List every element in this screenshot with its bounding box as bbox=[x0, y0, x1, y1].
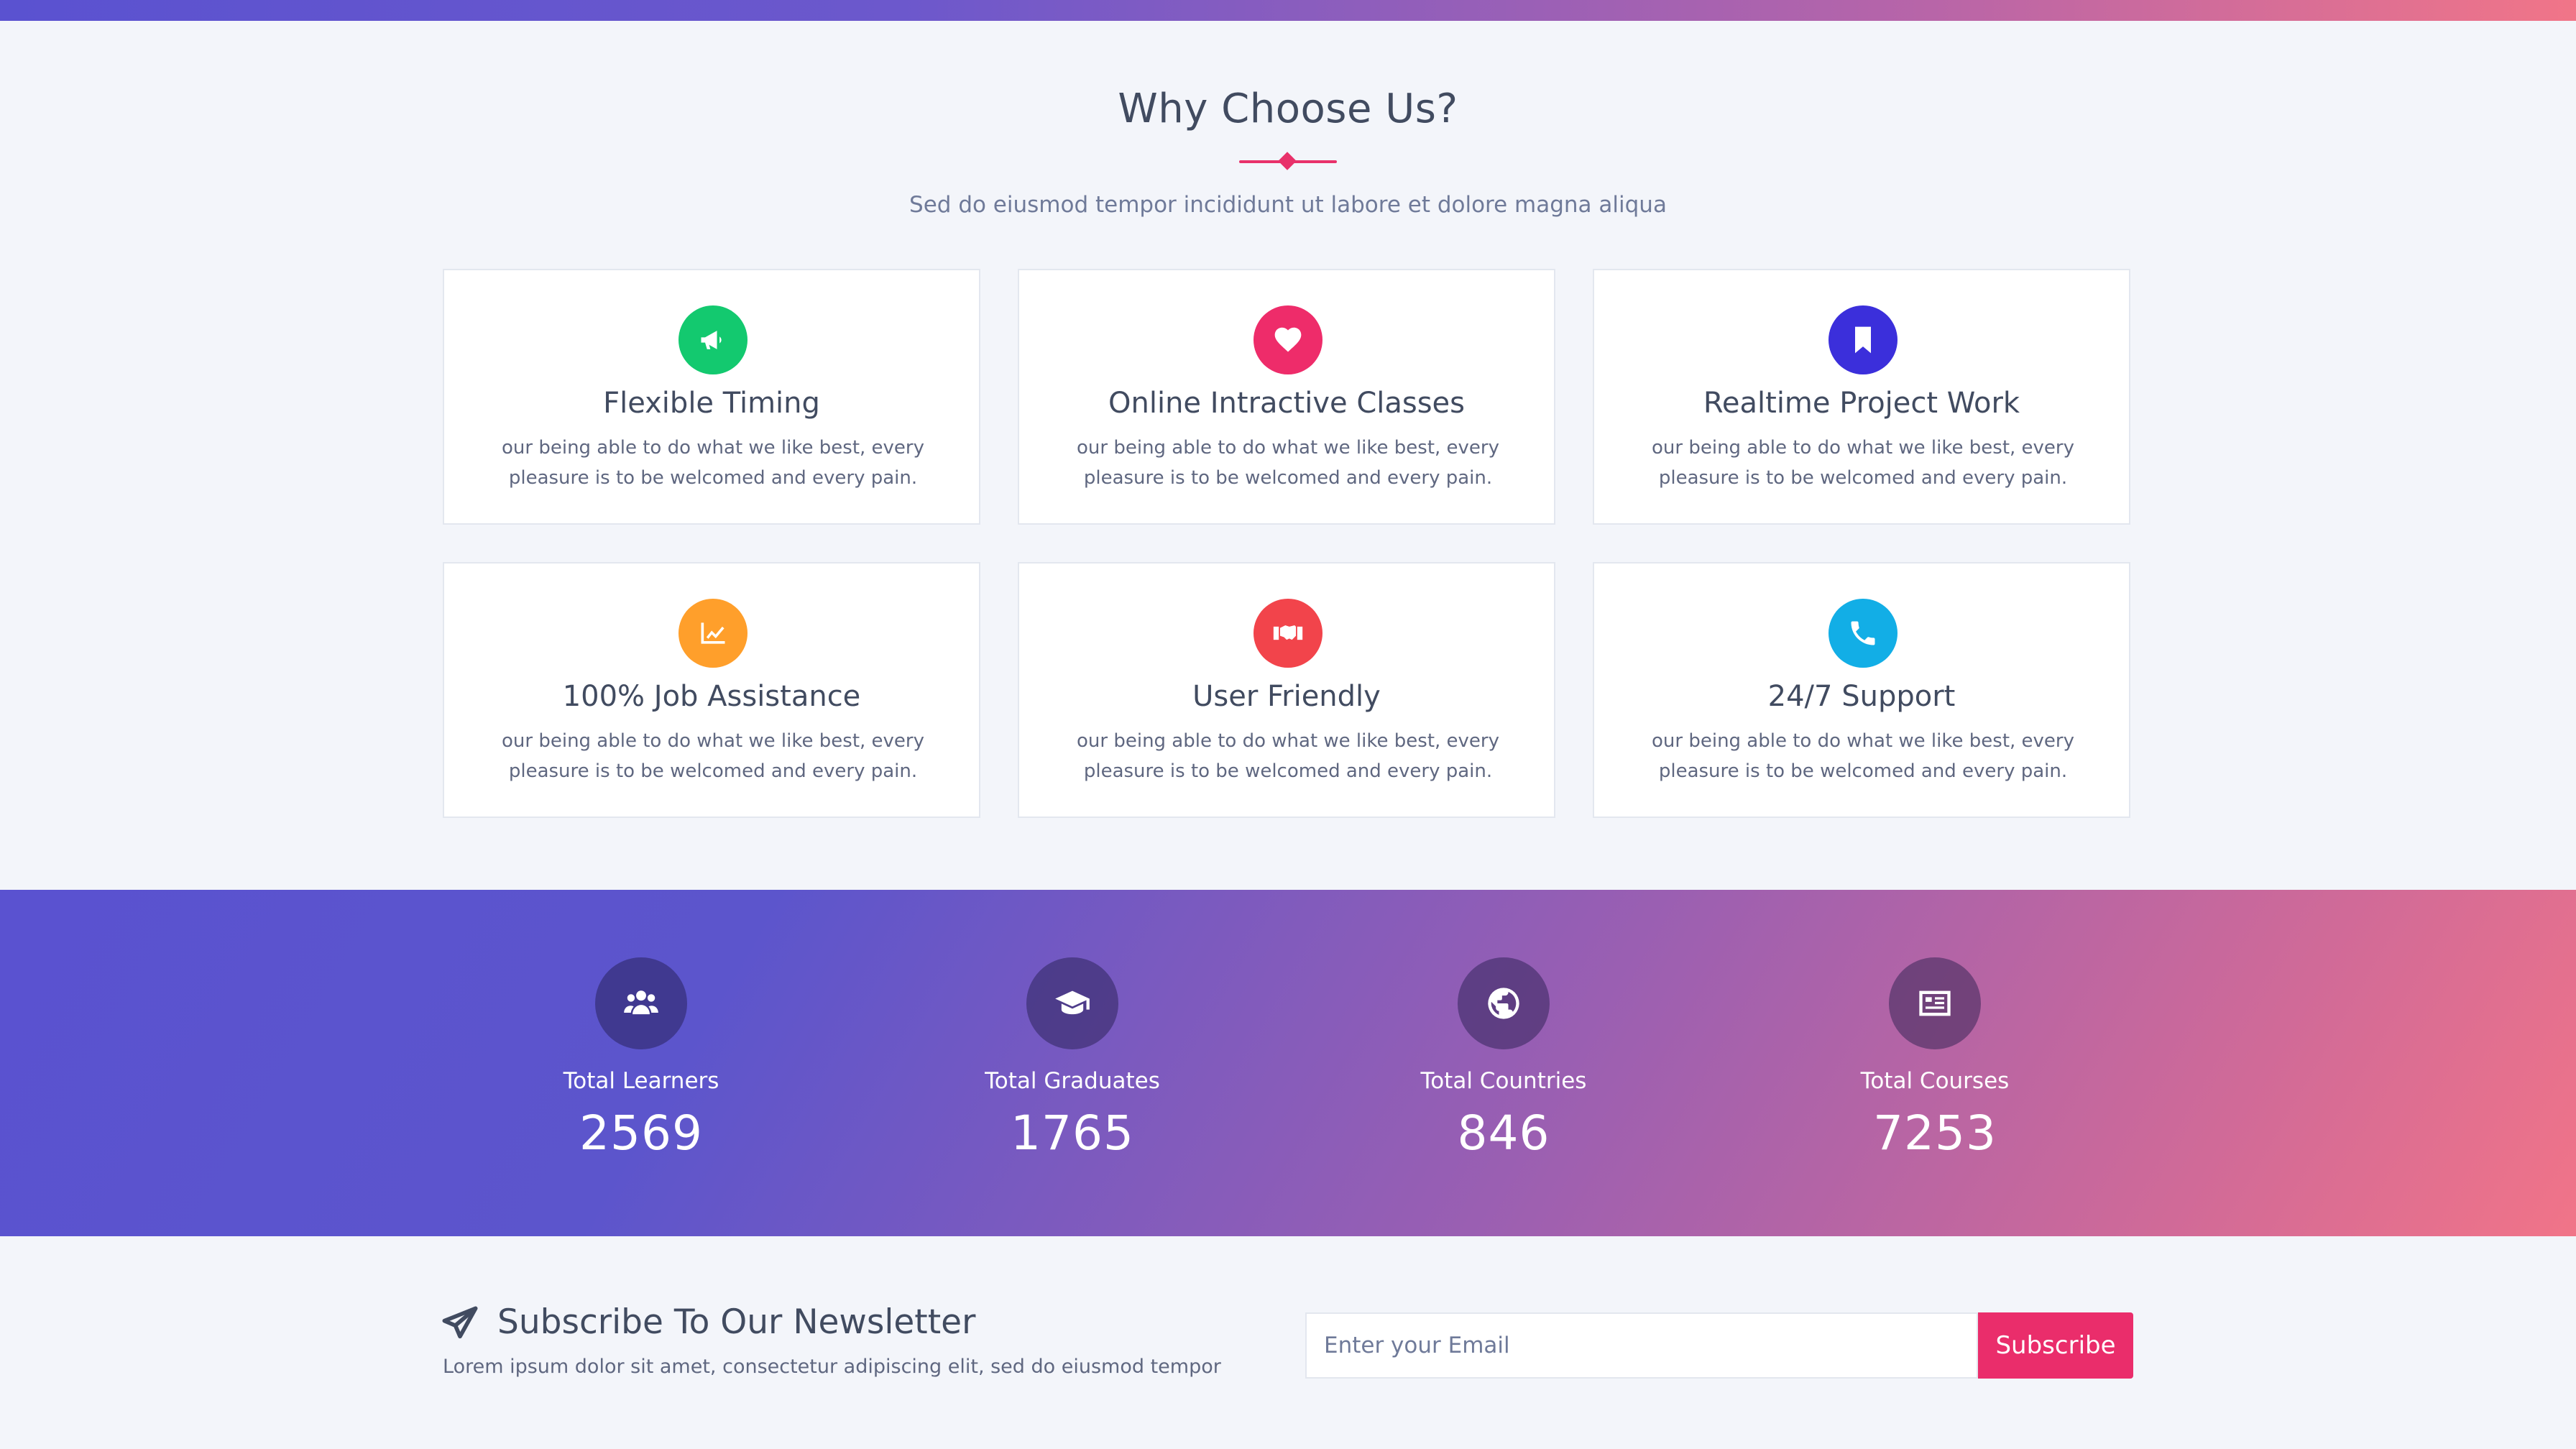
heart-icon bbox=[1254, 305, 1322, 374]
stats-section: Total Learners 2569 Total Graduates 1765… bbox=[0, 890, 2576, 1236]
feature-card-user-friendly: User Friendly our being able to do what … bbox=[1018, 562, 1555, 818]
card-text: our being able to do what we like best, … bbox=[502, 437, 924, 489]
users-icon bbox=[595, 957, 687, 1049]
globe-icon bbox=[1458, 957, 1550, 1049]
card-title: Flexible Timing bbox=[603, 387, 820, 420]
card-text: our being able to do what we like best, … bbox=[1652, 730, 2074, 782]
stat-label: Total Graduates bbox=[985, 1068, 1160, 1094]
feature-card-flexible-timing: Flexible Timing our being able to do wha… bbox=[443, 269, 980, 525]
card-text: our being able to do what we like best, … bbox=[1077, 730, 1499, 782]
feature-card-job-assistance: 100% Job Assistance our being able to do… bbox=[443, 562, 980, 818]
card-text: our being able to do what we like best, … bbox=[502, 730, 924, 782]
courses-icon bbox=[1889, 957, 1981, 1049]
paper-plane-icon bbox=[441, 1305, 479, 1343]
email-input[interactable] bbox=[1305, 1312, 1978, 1379]
title-divider bbox=[1239, 152, 1337, 170]
feature-card-online-classes: Online Intractive Classes our being able… bbox=[1018, 269, 1555, 525]
graduation-cap-icon bbox=[1026, 957, 1118, 1049]
card-title: Online Intractive Classes bbox=[1108, 387, 1465, 420]
divider-diamond bbox=[1278, 152, 1297, 170]
stat-label: Total Courses bbox=[1860, 1068, 2010, 1094]
stat-value: 7253 bbox=[1873, 1105, 1997, 1161]
newsletter-section: Subscribe To Our Newsletter Lorem ipsum … bbox=[0, 1236, 2576, 1449]
why-choose-us-section: Why Choose Us? Sed do eiusmod tempor inc… bbox=[0, 21, 2576, 891]
feature-card-realtime-project: Realtime Project Work our being able to … bbox=[1593, 269, 2130, 525]
card-title: 24/7 Support bbox=[1767, 680, 1956, 713]
top-gradient-bar bbox=[0, 0, 2576, 21]
stat-value: 2569 bbox=[579, 1105, 703, 1161]
bookmark-icon bbox=[1828, 305, 1898, 374]
megaphone-icon bbox=[678, 305, 748, 374]
card-text: our being able to do what we like best, … bbox=[1077, 437, 1499, 489]
stat-value: 846 bbox=[1457, 1105, 1550, 1161]
stat-label: Total Learners bbox=[563, 1068, 719, 1094]
card-title: User Friendly bbox=[1192, 680, 1381, 713]
card-title: 100% Job Assistance bbox=[562, 680, 861, 713]
handshake-icon bbox=[1254, 599, 1322, 668]
newsletter-text: Lorem ipsum dolor sit amet, consectetur … bbox=[443, 1356, 1221, 1378]
newsletter-title: Subscribe To Our Newsletter bbox=[497, 1302, 976, 1342]
chart-icon bbox=[678, 599, 748, 668]
subscribe-button[interactable]: Subscribe bbox=[1978, 1312, 2133, 1379]
stat-value: 1765 bbox=[1011, 1105, 1134, 1161]
card-title: Realtime Project Work bbox=[1703, 387, 2020, 420]
section-title: Why Choose Us? bbox=[1118, 86, 1458, 132]
stat-label: Total Countries bbox=[1420, 1068, 1587, 1094]
section-subtitle: Sed do eiusmod tempor incididunt ut labo… bbox=[909, 192, 1667, 218]
phone-icon bbox=[1828, 599, 1898, 668]
card-text: our being able to do what we like best, … bbox=[1652, 437, 2074, 489]
feature-card-support: 24/7 Support our being able to do what w… bbox=[1593, 562, 2130, 818]
